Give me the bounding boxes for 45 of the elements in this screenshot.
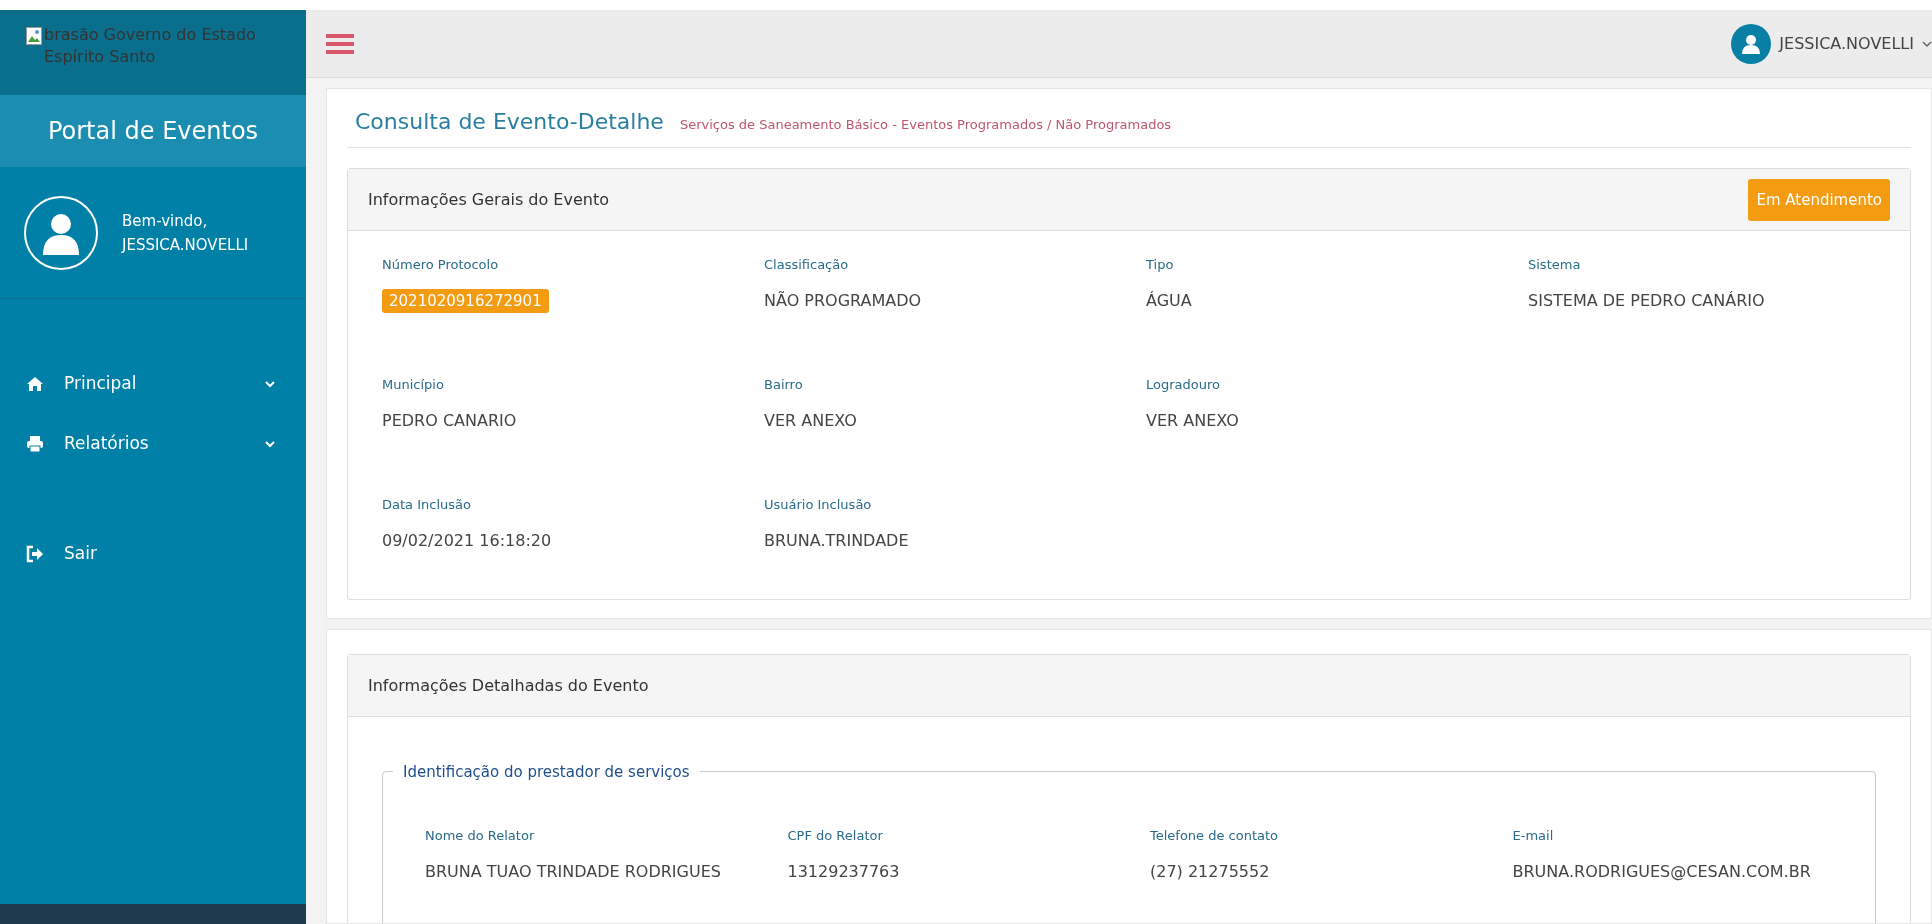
- logo-alt-text: brasão Governo do Estado Espírito Santo: [44, 24, 257, 69]
- printer-icon: [26, 435, 44, 453]
- field-label: Bairro: [764, 376, 804, 395]
- sidebar-item[interactable]: Relatórios: [0, 414, 306, 474]
- field-value: NÃO PROGRAMADO: [764, 290, 922, 310]
- field-label: E-mail: [1512, 827, 1555, 846]
- user-menu[interactable]: JESSICA.NOVELLI: [1779, 31, 1914, 56]
- field-value: (27) 21275552: [1150, 861, 1270, 881]
- sidebar-item[interactable]: Sair: [0, 524, 306, 584]
- field-label: Usuário Inclusão: [764, 496, 873, 515]
- field-label: Tipo: [1146, 256, 1175, 275]
- protocol-badge: 2021020916272901: [382, 288, 549, 313]
- app-title: Portal de Eventos: [0, 95, 306, 167]
- field-value: BRUNA.RODRIGUES@CESAN.COM.BR: [1512, 861, 1811, 881]
- chevron-down-icon[interactable]: [1922, 39, 1932, 48]
- exit-icon: [26, 545, 44, 563]
- user-avatar-icon: [24, 195, 98, 270]
- field-value: BRUNA.TRINDADE: [764, 530, 909, 550]
- card-title: Informações Gerais do Evento: [368, 188, 609, 211]
- field-label: Nome do Relator: [425, 827, 536, 846]
- field-label: Município: [382, 376, 445, 395]
- field-value: 09/02/2021 16:18:20: [382, 530, 552, 550]
- user-name: JESSICA.NOVELLI: [122, 234, 249, 256]
- page-title: Consulta de Evento-Detalhe: [355, 109, 664, 136]
- field-value: SISTEMA DE PEDRO CANÁRIO: [1528, 290, 1765, 310]
- field-value: VER ANEXO: [764, 410, 857, 430]
- sidebar-item[interactable]: Principal: [0, 354, 306, 414]
- field-value: ÁGUA: [1146, 290, 1192, 310]
- page-subtitle: Serviços de Saneamento Básico - Eventos Programados / Não Programados: [679, 116, 1172, 134]
- field-value: VER ANEXO: [1146, 410, 1239, 430]
- broken-image-icon: [26, 27, 42, 45]
- field-value: 13129237763: [787, 861, 900, 881]
- field-label: Logradouro: [1146, 376, 1221, 395]
- field-label: Telefone de contato: [1150, 827, 1280, 846]
- home-icon: [26, 375, 44, 393]
- field-value: PEDRO CANARIO: [382, 410, 517, 430]
- field-label: Número Protocolo: [382, 256, 500, 275]
- field-label: Classificação: [764, 256, 850, 275]
- field-value: BRUNA TUAO TRINDADE RODRIGUES: [425, 861, 721, 881]
- field-label: Data Inclusão: [382, 496, 472, 515]
- field-label: CPF do Relator: [787, 827, 884, 846]
- welcome-text: Bem-vindo,: [122, 210, 209, 232]
- card-title: Informações Detalhadas do Evento: [368, 674, 649, 697]
- field-label: Sistema: [1528, 256, 1582, 275]
- user-avatar-icon[interactable]: [1731, 23, 1772, 64]
